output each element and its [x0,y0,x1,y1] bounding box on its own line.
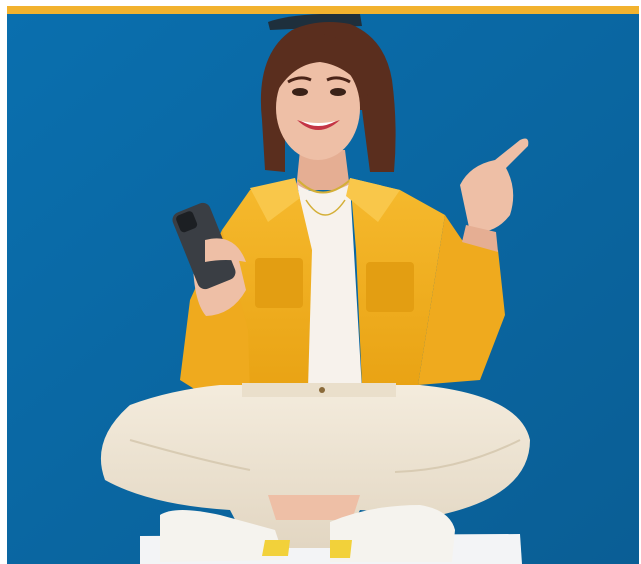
right-pocket [366,262,414,312]
accent-top-bar [7,6,639,14]
left-pocket [255,258,303,308]
right-sneaker-accent [330,540,352,558]
hero-photo [7,14,639,564]
promo-banner [0,0,641,564]
jeans-button [319,387,325,393]
right-eye [330,88,346,96]
photo-illustration [7,14,639,564]
left-sneaker-accent [262,540,290,556]
left-eye [292,88,308,96]
